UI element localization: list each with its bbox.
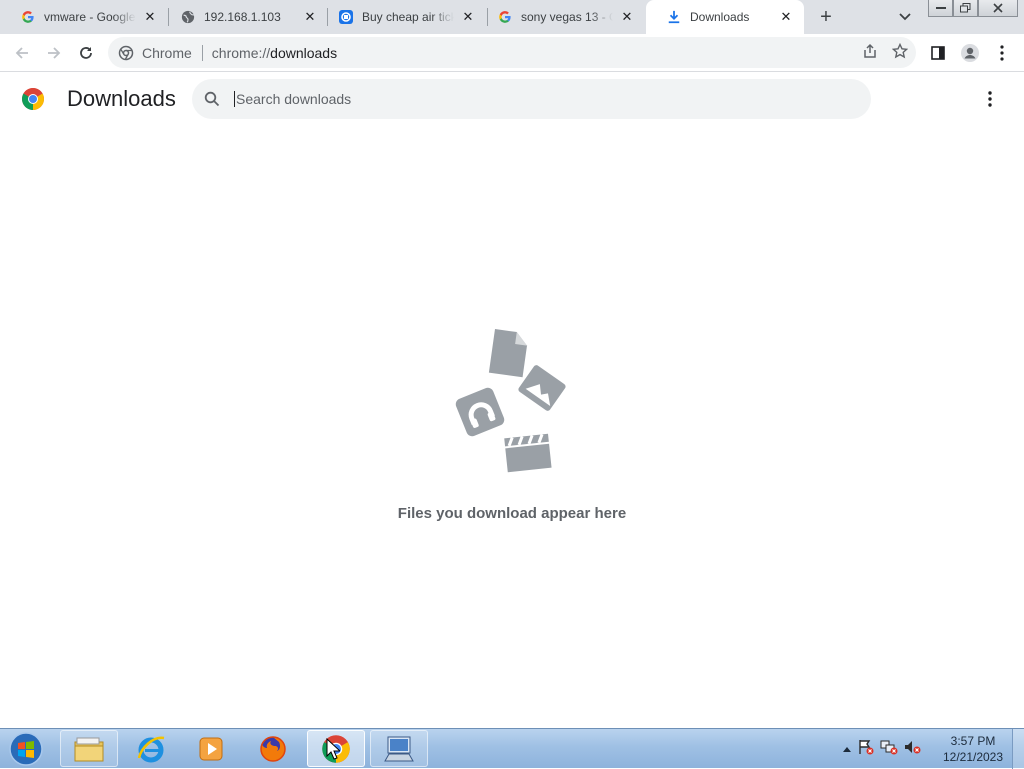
show-desktop-button[interactable]: [1012, 729, 1024, 769]
firefox-icon: [260, 735, 286, 762]
chrome-menu-icon[interactable]: [988, 39, 1016, 67]
downloads-menu-icon[interactable]: [978, 86, 1002, 112]
empty-state-message: Files you download appear here: [397, 505, 627, 522]
tab-ip-address[interactable]: 192.168.1.103 ✕: [160, 0, 328, 34]
media-player-icon: [199, 737, 223, 760]
tab-title: sony vegas 13 - G: [521, 10, 613, 24]
tab-title: Buy cheap air tick: [362, 10, 454, 24]
omnibox-divider: [201, 44, 203, 61]
show-hidden-icons-icon[interactable]: [842, 740, 852, 758]
google-g-icon: [497, 9, 513, 25]
close-tab-icon[interactable]: ✕: [778, 9, 794, 25]
tab-cheap-air-tickets[interactable]: Buy cheap air tick ✕: [318, 0, 486, 34]
taskbar-internet-explorer[interactable]: [122, 730, 180, 767]
tab-vmware-google[interactable]: vmware - Google ✕: [0, 0, 168, 34]
taskbar-remote-desktop[interactable]: [370, 730, 428, 767]
video-clapper-icon: [504, 433, 552, 473]
image-icon: [518, 365, 566, 411]
search-downloads-box[interactable]: [192, 79, 871, 119]
url-scheme: chrome://: [211, 44, 271, 61]
network-icon[interactable]: [880, 739, 898, 760]
download-icon: [666, 9, 682, 25]
new-tab-button[interactable]: +: [814, 5, 838, 29]
search-input[interactable]: [234, 91, 834, 107]
windows-orb-icon: [9, 732, 43, 766]
profile-avatar-icon[interactable]: [956, 39, 984, 67]
internet-explorer-icon: [137, 736, 165, 762]
chrome-outline-icon: [118, 45, 134, 60]
close-tab-icon[interactable]: ✕: [142, 9, 158, 25]
address-bar[interactable]: Chrome chrome://downloads: [108, 37, 916, 68]
flight-site-icon: [338, 9, 354, 25]
tab-title: Downloads: [690, 10, 750, 24]
tab-title: 192.168.1.103: [204, 10, 281, 24]
tab-sony-vegas-google[interactable]: sony vegas 13 - G ✕: [477, 0, 645, 34]
bookmark-star-icon[interactable]: [891, 42, 909, 62]
tab-strip: vmware - Google ✕ 192.168.1.103 ✕ Buy ch…: [0, 0, 1024, 34]
browser-toolbar: Chrome chrome://downloads: [0, 34, 1024, 72]
side-panel-icon[interactable]: [924, 39, 952, 67]
search-icon: [204, 91, 220, 107]
back-arrow-icon[interactable]: [8, 39, 36, 67]
close-window-button[interactable]: [978, 0, 1018, 17]
chrome-logo-icon: [21, 87, 45, 116]
chrome-page-chip[interactable]: Chrome: [118, 45, 192, 61]
tab-search-chevron-icon[interactable]: [893, 5, 917, 29]
clock-time: 3:57 PM: [950, 734, 996, 748]
remote-desktop-icon: [384, 736, 414, 761]
headphones-icon: [455, 387, 505, 437]
page-title: Downloads: [67, 86, 176, 111]
reload-icon[interactable]: [72, 39, 100, 67]
action-center-flag-icon[interactable]: [858, 739, 874, 760]
downloads-header: Downloads: [0, 72, 1024, 128]
document-icon: [488, 329, 527, 378]
restore-button[interactable]: [953, 0, 978, 17]
file-explorer-icon: [74, 737, 104, 761]
volume-muted-icon[interactable]: [904, 739, 922, 760]
tab-title: vmware - Google: [44, 10, 136, 24]
taskbar-firefox[interactable]: [244, 730, 302, 767]
minimize-button[interactable]: [928, 0, 953, 17]
forward-arrow-icon[interactable]: [40, 39, 68, 67]
empty-downloads-illustration: [448, 326, 576, 476]
windows-taskbar: 3:57 PM 12/21/2023: [0, 728, 1024, 769]
tab-downloads[interactable]: Downloads ✕: [646, 0, 804, 34]
url-text: chrome://downloads: [212, 45, 337, 61]
system-tray: [842, 729, 922, 769]
taskbar-file-explorer[interactable]: [60, 730, 118, 767]
close-tab-icon[interactable]: ✕: [619, 9, 635, 25]
globe-icon: [180, 9, 196, 25]
taskbar-media-player[interactable]: [182, 730, 240, 767]
mouse-cursor-icon: [326, 738, 340, 760]
close-tab-icon[interactable]: ✕: [302, 9, 318, 25]
start-button[interactable]: [4, 730, 48, 768]
chip-label: Chrome: [142, 44, 192, 61]
google-g-icon: [20, 9, 36, 25]
clock-date: 12/21/2023: [942, 750, 1004, 764]
close-tab-icon[interactable]: ✕: [460, 9, 476, 25]
url-host: downloads: [270, 44, 338, 61]
share-icon[interactable]: [862, 43, 878, 62]
system-clock[interactable]: 3:57 PM 12/21/2023: [936, 733, 1010, 765]
